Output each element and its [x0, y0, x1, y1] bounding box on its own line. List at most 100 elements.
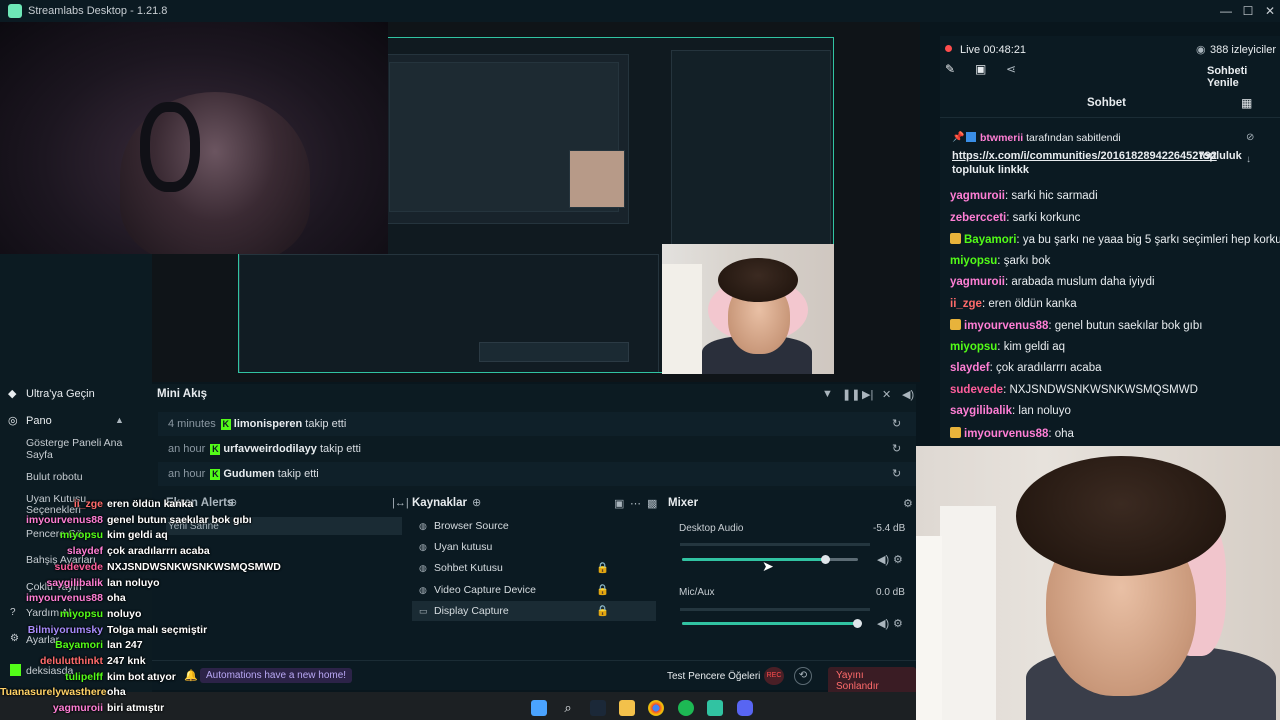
test-widgets-label[interactable]: Test Pencere Öğeleri — [667, 671, 760, 682]
sidebar-item-pano[interactable]: Pano — [26, 415, 52, 427]
speaker-icon[interactable]: ◀) — [877, 617, 889, 630]
search-icon[interactable]: ⌕ — [560, 700, 576, 716]
webcam-source-main — [916, 446, 1280, 720]
replay-icon[interactable]: ↻ — [892, 467, 901, 480]
speaker-icon[interactable]: ◀) — [877, 553, 889, 566]
end-stream-button[interactable]: Yayını Sonlandır — [828, 667, 916, 695]
overlay-chat-line: miyopsu noluyo — [59, 607, 142, 620]
windows-start-icon[interactable] — [531, 700, 547, 716]
minimize-button[interactable]: — — [1218, 3, 1234, 19]
spotify-icon[interactable] — [678, 700, 694, 716]
sidebar-item-ultra[interactable]: Ultra'ya Geçin — [26, 388, 95, 400]
activity-row: an hour K Gudumen takip etti ↻ — [158, 462, 916, 486]
volume-icon[interactable]: ◀) — [902, 388, 914, 401]
overlay-chat-line: yagmuroii biri atmıştır — [52, 702, 165, 715]
channel-gear-icon[interactable]: ⚙ — [893, 617, 903, 630]
chat-username[interactable]: saygilibalik — [950, 405, 1012, 417]
subscriber-badge-icon — [950, 319, 961, 330]
webcam-source-preview — [662, 244, 834, 374]
source-item-video-capture[interactable]: Video Capture Device 🔒 — [412, 580, 656, 600]
chat-title: Sohbet — [1087, 97, 1126, 109]
share-icon[interactable]: ⋖ — [1006, 62, 1016, 76]
chat-username[interactable]: zebercceti — [950, 212, 1006, 224]
activity-row: 4 minutes Klimonisperen takip etti ↻ — [158, 412, 916, 436]
pinned-message: 📌 btwmerii tarafından sabitlendi ⊘ https… — [944, 126, 1266, 184]
desktop-audio-slider-knob[interactable] — [821, 555, 830, 564]
chat-text: genel butun saekılar bok gıbı — [1054, 320, 1203, 332]
chat-username[interactable]: ii_zge — [950, 298, 982, 310]
source-group-icon[interactable]: ▩ — [647, 497, 657, 510]
pinned-by: btwmerii tarafından sabitlendi — [980, 132, 1121, 144]
close-button[interactable]: ✕ — [1262, 3, 1278, 19]
overlay-chat-line: imyourvenus88 genel butun saekılar bok gı… — [25, 513, 252, 526]
chat-username[interactable]: sudevede — [950, 384, 1003, 396]
folder-icon[interactable] — [619, 700, 635, 716]
source-settings-icon[interactable]: ⋯ — [630, 497, 641, 510]
sidebar-item-dashboard-home[interactable]: Gösterge Paneli Ana Sayfa — [26, 437, 126, 461]
record-button[interactable]: REC — [764, 667, 784, 685]
pause-icon[interactable]: ❚❚ — [842, 388, 860, 401]
users-icon[interactable]: ▦ — [1241, 96, 1252, 110]
chat-username[interactable]: imyourvenus88 — [964, 320, 1048, 332]
refresh-chat-button[interactable]: Sohbeti Yenile — [1207, 65, 1280, 89]
chat-username[interactable]: yagmuroii — [950, 190, 1005, 202]
replay-icon[interactable]: ↻ — [892, 417, 901, 430]
mute-icon[interactable]: ✕ — [882, 388, 891, 401]
channel-gear-icon[interactable]: ⚙ — [893, 553, 903, 566]
chat-message: imyourvenus88: oha — [950, 426, 1074, 440]
automation-notice[interactable]: Automations have a new home! — [200, 668, 353, 683]
overlay-chat-line: Bayamori lan 247 — [55, 639, 143, 652]
dashboard-icon: ◎ — [8, 415, 18, 427]
replay-icon[interactable]: ↻ — [892, 442, 901, 455]
chat-icon: ◍ — [419, 563, 427, 573]
discord-icon[interactable] — [737, 700, 753, 716]
streamlabs-icon[interactable] — [707, 700, 723, 716]
chat-message: zebercceti: sarki korkunc — [950, 211, 1081, 224]
chat-username[interactable]: slaydef — [950, 362, 990, 374]
overlay-chat: ii_zge eren öldün kanka imyourvenus88 genel… — [0, 0, 281, 714]
camera-icon: ◍ — [419, 585, 427, 595]
chat-message: miyopsu: kim geldi aq — [950, 340, 1066, 353]
chat-message: miyopsu: şarkı bok — [950, 254, 1051, 267]
popout-icon[interactable]: ▣ — [975, 62, 986, 76]
mic-slider-knob[interactable] — [853, 619, 862, 628]
maximize-button[interactable]: ☐ — [1240, 3, 1256, 19]
steam-icon[interactable] — [590, 700, 606, 716]
lock-icon[interactable]: 🔒 — [596, 601, 609, 621]
chrome-icon[interactable] — [648, 700, 664, 716]
chat-username[interactable]: Bayamori — [964, 234, 1016, 246]
replay-buffer-icon[interactable]: ⟲ — [794, 667, 812, 685]
add-source-icon[interactable]: ⊕ — [472, 496, 481, 509]
lock-icon[interactable]: 🔒 — [596, 558, 609, 578]
overlay-chat-line: slaydef çok aradılarrrı acaba — [66, 545, 210, 558]
pin-icon: 📌 — [952, 132, 965, 143]
chat-username[interactable]: miyopsu — [950, 255, 997, 267]
filter-icon[interactable]: ▼ — [822, 388, 833, 400]
chevron-up-icon[interactable]: ▲ — [115, 415, 124, 425]
pencil-icon[interactable]: ✎ — [945, 62, 955, 76]
source-item-display-capture[interactable]: Display Capture 🔒 — [412, 601, 656, 621]
lock-icon[interactable]: 🔒 — [596, 580, 609, 600]
mixer-settings-icon[interactable]: ⚙ — [903, 497, 913, 510]
unpin-icon[interactable]: ⊘ — [1246, 132, 1254, 143]
mouse-cursor-icon: ➤ — [762, 558, 774, 574]
add-scene-icon[interactable]: ⊕ — [228, 496, 237, 509]
mixer-channel-db: 0.0 dB — [876, 587, 905, 598]
pinned-text-1: topluluk — [1199, 150, 1242, 162]
chat-text: ya bu şarkı ne yaaa big 5 şarkı seçimler… — [1022, 234, 1280, 246]
source-item-chatbox[interactable]: Sohbet Kutusu 🔒 — [412, 558, 656, 578]
audio-meter — [680, 608, 870, 611]
skip-icon[interactable]: ▶| — [862, 388, 873, 401]
sidebar-item-cloudbot[interactable]: Bulut robotu — [26, 471, 83, 483]
collapse-icon[interactable]: |↔| — [392, 497, 409, 509]
source-item-browser[interactable]: Browser Source — [412, 516, 656, 536]
source-item-alertbox[interactable]: Uyan kutusu — [412, 537, 656, 557]
arrow-down-icon[interactable]: ↓ — [1246, 154, 1251, 165]
chat-username[interactable]: yagmuroii — [950, 276, 1005, 288]
mixer-channel-db: -5.4 dB — [873, 523, 906, 534]
pinned-link[interactable]: https://x.com/i/communities/201618289422… — [952, 150, 1217, 162]
chat-username[interactable]: imyourvenus88 — [964, 428, 1048, 440]
source-folder-icon[interactable]: ▣ — [614, 497, 624, 510]
chat-username[interactable]: miyopsu — [950, 341, 997, 353]
footer-bar: 🔔 Automations have a new home! Test Penc… — [152, 660, 916, 695]
